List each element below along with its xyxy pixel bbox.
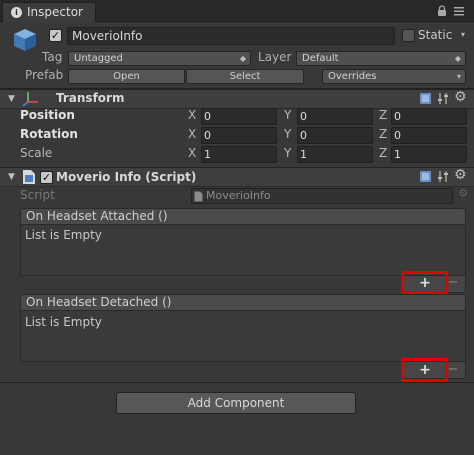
event-headset-detached-add-button[interactable]: + [416, 363, 434, 377]
layer-dropdown-arrow-icon: ◆ [454, 54, 461, 63]
active-checkbox[interactable]: ✓ [49, 29, 62, 42]
book-help-icon[interactable] [419, 92, 432, 105]
scale-z-label[interactable]: Z [379, 146, 387, 160]
event-headset-attached-empty: List is Empty [25, 228, 102, 242]
transform-title: Transform [56, 91, 125, 105]
tab-inspector[interactable]: i Inspector [2, 2, 96, 22]
script-object-field: MoverioInfo [191, 188, 453, 204]
rotation-x-field[interactable]: 0 [201, 127, 277, 144]
prefab-select-button[interactable]: Select [186, 69, 304, 84]
position-x-field[interactable]: 0 [201, 108, 277, 125]
position-label: Position [20, 108, 75, 122]
rotation-label: Rotation [20, 127, 78, 141]
script-object-value: MoverioInfo [206, 189, 271, 202]
book-help-icon[interactable] [419, 170, 432, 183]
position-y-label[interactable]: Y [284, 108, 291, 122]
script-fold-arrow-icon[interactable]: ▼ [8, 172, 15, 182]
components-divider [0, 382, 474, 383]
rotation-y-field[interactable]: 0 [297, 127, 373, 144]
script-enabled-checkbox[interactable]: ✓ [40, 171, 53, 184]
scale-label: Scale [20, 146, 53, 160]
scale-x-field[interactable]: 1 [201, 146, 277, 163]
event-headset-attached-remove-button[interactable]: − [447, 276, 459, 290]
prefab-open-button[interactable]: Open [68, 69, 185, 84]
script-file-icon [194, 191, 203, 202]
tag-value: Untagged [74, 53, 123, 64]
gear-icon[interactable]: ⚙ [454, 89, 467, 105]
script-component-title: Moverio Info (Script) [56, 170, 197, 184]
layer-value: Default [302, 53, 339, 64]
object-name-field[interactable]: MoverioInfo [67, 27, 395, 45]
scale-x-label[interactable]: X [188, 146, 196, 160]
transform-axes-icon [22, 92, 38, 107]
menu-icon[interactable] [453, 5, 465, 17]
add-component-button[interactable]: Add Component [116, 392, 356, 414]
tab-inspector-label: Inspector [27, 5, 83, 19]
event-headset-detached-empty: List is Empty [25, 315, 102, 329]
event-headset-attached-header: On Headset Attached () [20, 208, 466, 225]
scale-z-field[interactable]: 1 [391, 146, 467, 163]
overrides-label: Overrides [328, 71, 377, 82]
preset-sliders-icon[interactable] [437, 92, 450, 105]
info-icon: i [11, 7, 22, 18]
tag-label: Tag [42, 50, 63, 64]
preset-sliders-icon[interactable] [437, 170, 450, 183]
overrides-dropdown-arrow-icon: ▾ [456, 72, 461, 81]
layer-dropdown[interactable]: Default ◆ [296, 51, 466, 66]
static-dropdown-arrow[interactable]: ▾ [461, 30, 465, 39]
gear-icon[interactable]: ⚙ [454, 167, 467, 183]
tag-dropdown-arrow-icon: ◆ [239, 54, 246, 63]
script-file-icon [23, 170, 35, 184]
rotation-z-label[interactable]: Z [379, 127, 387, 141]
event-headset-attached-add-button[interactable]: + [416, 276, 434, 290]
position-x-label[interactable]: X [188, 108, 196, 122]
scale-y-field[interactable]: 1 [297, 146, 373, 163]
script-field-label: Script [20, 188, 55, 202]
scale-y-label[interactable]: Y [284, 146, 291, 160]
position-y-field[interactable]: 0 [297, 108, 373, 125]
object-picker-icon: ⊙ [459, 188, 468, 199]
rotation-z-field[interactable]: 0 [391, 127, 467, 144]
position-z-field[interactable]: 0 [391, 108, 467, 125]
lock-icon[interactable] [437, 5, 447, 17]
prefab-overrides-dropdown[interactable]: Overrides ▾ [322, 69, 466, 84]
event-headset-detached-remove-button[interactable]: − [447, 363, 459, 377]
prefab-label: Prefab [25, 68, 64, 82]
gameobject-cube-icon [14, 29, 36, 51]
rotation-x-label[interactable]: X [188, 127, 196, 141]
tag-dropdown[interactable]: Untagged ◆ [68, 51, 251, 66]
event-headset-detached-header: On Headset Detached () [20, 294, 466, 311]
position-z-label[interactable]: Z [379, 108, 387, 122]
static-label: Static [418, 28, 453, 42]
rotation-y-label[interactable]: Y [284, 127, 291, 141]
static-checkbox[interactable] [402, 29, 415, 42]
layer-label: Layer [258, 50, 292, 64]
transform-fold-arrow-icon[interactable]: ▼ [8, 94, 15, 104]
